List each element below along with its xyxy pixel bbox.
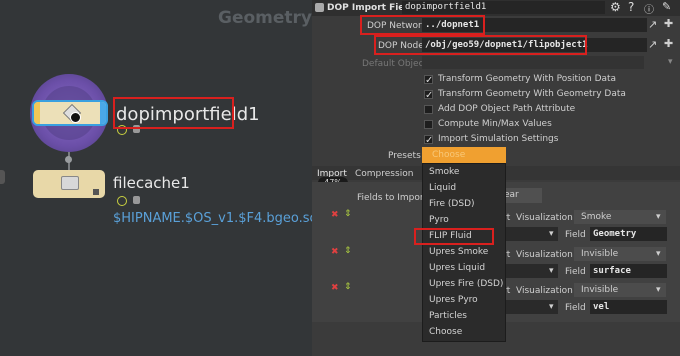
network-title: Geometry <box>218 8 312 28</box>
field-value[interactable]: surface <box>590 264 667 278</box>
parameter-editor: DOP Import Fields dopimportfield1 ⚙ ? ⓘ … <box>312 0 680 356</box>
visualization-label: Visualization <box>516 286 573 296</box>
checkbox-row-3[interactable]: Compute Min/Max Values <box>424 119 644 131</box>
node-flag-left[interactable] <box>34 102 40 124</box>
default-object-label: Default Object <box>362 59 428 69</box>
remove-row-icon[interactable]: ✖ <box>331 283 339 293</box>
checkbox-row-1[interactable]: ✓ Transform Geometry With Geometry Data <box>424 89 644 101</box>
check-icon: ✓ <box>425 90 434 101</box>
node2-status-icon <box>117 196 127 206</box>
default-object-dropdown-icon[interactable]: ▾ <box>668 57 673 67</box>
field-label: Field <box>565 230 586 240</box>
checkbox-label: Import Simulation Settings <box>438 134 559 144</box>
node2-label: filecache1 <box>113 174 190 192</box>
checkbox[interactable]: ✓ <box>424 90 434 101</box>
node2-grid-icon <box>93 189 99 195</box>
node-flag-right[interactable] <box>100 102 106 124</box>
dop-network-select-icon[interactable]: ✚ <box>664 17 673 30</box>
info-icon[interactable]: ⓘ <box>644 1 654 16</box>
chevron-down-icon: ▾ <box>656 285 661 295</box>
checkbox[interactable]: ✓ <box>424 135 434 146</box>
menu-item-upres-smoke[interactable]: Upres Smoke <box>423 244 505 260</box>
visualization-label: Visualization <box>516 213 573 223</box>
node-type-icon <box>315 3 324 12</box>
move-row-icon[interactable]: ⇕ <box>344 209 352 219</box>
checkbox[interactable] <box>424 105 433 114</box>
menu-item-upres-pyro[interactable]: Upres Pyro <box>423 292 505 308</box>
menu-item-choose[interactable]: Choose <box>423 324 505 340</box>
move-row-icon[interactable]: ⇕ <box>344 246 352 256</box>
help-icon[interactable]: ? <box>628 0 634 14</box>
presets-menu: Smoke Liquid Fire (DSD) Pyro FLIP Fluid … <box>422 163 506 342</box>
visualization-dropdown[interactable]: Invisible ▾ <box>574 283 666 297</box>
presets-selected-value: Choose <box>432 150 466 160</box>
wire-dot <box>65 156 72 163</box>
network-editor[interactable]: Geometry dopimportfield1 filecache1 $HIP… <box>0 0 312 356</box>
dop-node-annotation <box>374 35 587 55</box>
presets-dropdown[interactable]: Choose <box>422 147 506 163</box>
cursor-icon <box>70 112 81 123</box>
checkbox-label: Transform Geometry With Position Data <box>438 74 617 84</box>
checkbox-label: Transform Geometry With Geometry Data <box>438 89 626 99</box>
checkbox-row-4[interactable]: ✓ Import Simulation Settings <box>424 134 644 146</box>
menu-item-pyro[interactable]: Pyro <box>423 212 505 228</box>
chevron-down-icon: ▾ <box>656 212 661 222</box>
visualization-dropdown[interactable]: Invisible ▾ <box>574 247 666 261</box>
menu-item-particles[interactable]: Particles <box>423 308 505 324</box>
check-icon: ✓ <box>425 75 434 86</box>
pin-icon[interactable]: ✎ <box>662 0 671 13</box>
chevron-down-icon: ▾ <box>656 249 661 259</box>
fields-to-import-label: Fields to Import <box>357 193 428 203</box>
menu-item-upres-fire-dsd[interactable]: Upres Fire (DSD) <box>423 276 505 292</box>
field-value[interactable]: Geometry <box>590 227 667 241</box>
remove-row-icon[interactable]: ✖ <box>331 247 339 257</box>
clear-button[interactable]: ear <box>502 188 542 203</box>
flip-fluid-annotation <box>414 228 494 245</box>
checkbox-row-2[interactable]: Add DOP Object Path Attribute <box>424 104 644 116</box>
checkbox-label: Compute Min/Max Values <box>438 119 552 129</box>
filecache-node[interactable] <box>33 170 105 198</box>
visualization-value: Smoke <box>581 212 612 222</box>
checkbox[interactable] <box>424 120 433 129</box>
field-label: Field <box>565 303 586 313</box>
menu-item-fire-dsd[interactable]: Fire (DSD) <box>423 196 505 212</box>
dop-network-annotation <box>360 15 485 35</box>
left-edge-handle[interactable] <box>0 170 5 184</box>
node1-annotation-box <box>113 97 234 129</box>
gear-icon[interactable]: ⚙ <box>610 0 621 14</box>
dop-network-jump-icon[interactable]: ↗ <box>648 18 657 31</box>
node2-lock-icon <box>133 196 140 204</box>
chevron-down-icon[interactable]: ▾ <box>549 229 554 239</box>
chevron-down-icon[interactable]: ▾ <box>549 302 554 312</box>
field-value[interactable]: vel <box>590 300 667 314</box>
dop-node-jump-icon[interactable]: ↗ <box>648 38 657 51</box>
field-label: Field <box>565 267 586 277</box>
dopimportfield-node[interactable] <box>32 100 108 126</box>
checkbox[interactable]: ✓ <box>424 75 434 86</box>
checkbox-label: Add DOP Object Path Attribute <box>438 104 576 114</box>
move-row-icon[interactable]: ⇕ <box>344 282 352 292</box>
dop-node-select-icon[interactable]: ✚ <box>664 37 673 50</box>
visualization-value: Invisible <box>581 249 619 259</box>
checkbox-row-0[interactable]: ✓ Transform Geometry With Position Data <box>424 74 644 86</box>
visualization-label: Visualization <box>516 250 573 260</box>
presets-label: Presets <box>388 151 421 161</box>
node2-path: $HIPNAME.$OS_v1.$F4.bgeo.sc <box>113 211 312 226</box>
remove-row-icon[interactable]: ✖ <box>331 210 339 220</box>
default-object-field[interactable] <box>422 56 644 69</box>
clear-button-label: ear <box>504 190 519 200</box>
menu-item-smoke[interactable]: Smoke <box>423 164 505 180</box>
menu-item-upres-liquid[interactable]: Upres Liquid <box>423 260 505 276</box>
chevron-down-icon[interactable]: ▾ <box>549 266 554 276</box>
file-drive-icon <box>61 176 79 190</box>
node-name-field[interactable]: dopimportfield1 <box>402 1 605 14</box>
visualization-value: Invisible <box>581 285 619 295</box>
tab-compression[interactable]: Compression <box>355 169 413 179</box>
menu-item-liquid[interactable]: Liquid <box>423 180 505 196</box>
visualization-dropdown[interactable]: Smoke ▾ <box>574 210 666 224</box>
check-icon: ✓ <box>425 135 434 146</box>
